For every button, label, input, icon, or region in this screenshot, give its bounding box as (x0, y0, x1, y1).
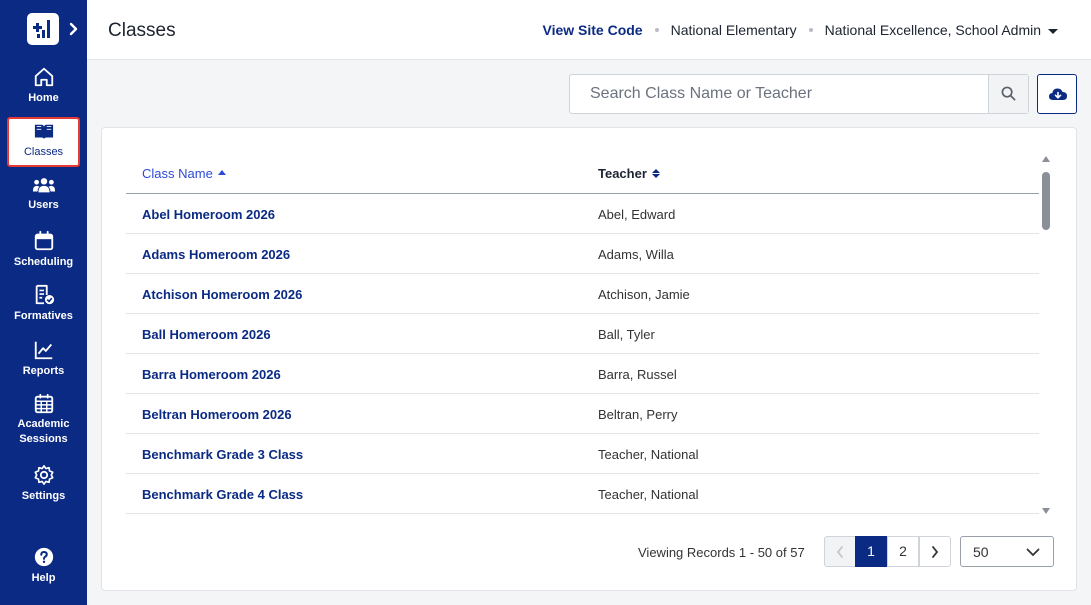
table-row[interactable]: Ball Homeroom 2026 Ball, Tyler (126, 314, 1039, 354)
column-header-class-name[interactable]: Class Name (142, 166, 226, 181)
chevron-right-icon (69, 22, 78, 36)
class-name-link[interactable]: Ball Homeroom 2026 (142, 327, 271, 342)
home-icon (34, 67, 53, 87)
table-row[interactable]: Beltran Homeroom 2026 Beltran, Perry (126, 394, 1039, 434)
records-count: Viewing Records 1 - 50 of 57 (638, 545, 805, 560)
scroll-down-arrow-icon[interactable] (1042, 508, 1050, 514)
class-name-link[interactable]: Benchmark Grade 3 Class (142, 447, 303, 462)
classes-table: Class Name Teacher Abel Homeroom 2026 Abe… (126, 152, 1039, 514)
table-row[interactable]: Atchison Homeroom 2026 Atchison, Jamie (126, 274, 1039, 314)
search-box (569, 74, 1029, 114)
table-row[interactable]: Abel Homeroom 2026 Abel, Edward (126, 194, 1039, 234)
scroll-up-arrow-icon[interactable] (1042, 156, 1050, 162)
view-site-code-link[interactable]: View Site Code (542, 22, 642, 38)
book-icon (34, 124, 53, 140)
top-header: Classes View Site Code National Elementa… (87, 0, 1091, 60)
separator-dot (808, 28, 813, 32)
teacher-name: Barra, Russel (598, 367, 677, 382)
calendar-icon (34, 230, 53, 251)
class-name-link[interactable]: Adams Homeroom 2026 (142, 247, 290, 262)
sidebar-item-label: Home (28, 92, 59, 104)
sidebar-item-label: Classes (23, 146, 64, 158)
sidebar-item-label: Formatives (14, 310, 73, 322)
sidebar-item-help[interactable]: Help (7, 546, 80, 596)
chart-line-icon (34, 341, 52, 360)
teacher-name: Teacher, National (598, 447, 699, 462)
teacher-name: Adams, Willa (598, 247, 674, 262)
page-button-2[interactable]: 2 (887, 536, 919, 567)
teacher-name: Abel, Edward (598, 207, 676, 222)
sidebar-item-label: Academic Sessions (17, 418, 70, 445)
sidebar-item-academic-sessions[interactable]: Academic Sessions (7, 393, 80, 453)
sidebar-item-reports[interactable]: Reports (7, 339, 80, 389)
sidebar-item-users[interactable]: Users (7, 175, 80, 225)
scroll-thumb[interactable] (1042, 172, 1050, 230)
teacher-name: Beltran, Perry (598, 407, 678, 422)
page-button-1[interactable]: 1 (855, 536, 887, 567)
next-page-button[interactable] (919, 536, 951, 567)
user-menu[interactable]: National Excellence, School Admin (825, 22, 1041, 38)
chevron-left-icon (836, 546, 843, 558)
sidebar-item-settings[interactable]: Settings (7, 464, 80, 514)
users-icon (32, 178, 55, 193)
calendar-grid-icon (34, 393, 53, 414)
sidebar-item-label: Scheduling (13, 256, 74, 268)
table-header-row: Class Name Teacher (126, 152, 1039, 194)
per-page-value: 50 (973, 544, 989, 560)
sidebar-item-home[interactable]: Home (7, 66, 80, 116)
formatives-icon (35, 284, 54, 305)
caret-down-icon[interactable] (1048, 28, 1058, 34)
sort-ascending-icon (217, 169, 226, 175)
class-name-link[interactable]: Beltran Homeroom 2026 (142, 407, 292, 422)
sidebar-item-label: Users (28, 199, 59, 211)
class-name-link[interactable]: Atchison Homeroom 2026 (142, 287, 302, 302)
sidebar-item-label: Reports (22, 365, 65, 377)
app-logo[interactable] (27, 13, 59, 45)
teacher-name: Teacher, National (598, 487, 699, 502)
cloud-download-icon (1049, 88, 1067, 100)
sort-icon (651, 169, 660, 178)
sidebar-item-label: Help (31, 572, 56, 584)
separator-dot (654, 28, 659, 32)
column-header-teacher[interactable]: Teacher (598, 166, 660, 181)
search-button[interactable] (988, 75, 1028, 113)
chevron-right-icon (932, 546, 939, 558)
header-meta: View Site Code National Elementary Natio… (542, 22, 1058, 38)
sidebar-item-scheduling[interactable]: Scheduling (7, 230, 80, 280)
table-row[interactable]: Barra Homeroom 2026 Barra, Russel (126, 354, 1039, 394)
school-name: National Elementary (670, 22, 797, 38)
teacher-name: Ball, Tyler (598, 327, 655, 342)
sidebar-item-label: Settings (21, 490, 66, 502)
sidebar-item-classes[interactable]: Classes (7, 117, 80, 167)
download-button[interactable] (1037, 74, 1077, 114)
chevron-down-icon (1026, 548, 1040, 557)
table-row[interactable]: Benchmark Grade 3 Class Teacher, National (126, 434, 1039, 474)
class-name-link[interactable]: Barra Homeroom 2026 (142, 367, 281, 382)
page-title: Classes (108, 20, 176, 41)
teacher-name: Atchison, Jamie (598, 287, 690, 302)
classes-card: Class Name Teacher Abel Homeroom 2026 Abe… (101, 127, 1077, 591)
expand-sidebar-button[interactable] (66, 19, 82, 39)
table-row[interactable]: Benchmark Grade 4 Class Teacher, National (126, 474, 1039, 514)
search-input[interactable] (570, 75, 989, 113)
sidebar: Home Classes Users Scheduling Formatives… (0, 0, 87, 605)
gear-icon (33, 465, 54, 485)
sidebar-item-formatives[interactable]: Formatives (7, 284, 80, 334)
search-icon (1001, 86, 1016, 101)
table-row[interactable]: Adams Homeroom 2026 Adams, Willa (126, 234, 1039, 274)
previous-page-button[interactable] (824, 536, 856, 567)
per-page-select[interactable]: 50 (960, 536, 1054, 567)
class-name-link[interactable]: Benchmark Grade 4 Class (142, 487, 303, 502)
help-icon (34, 547, 53, 567)
table-scrollbar[interactable] (1041, 156, 1051, 516)
class-name-link[interactable]: Abel Homeroom 2026 (142, 207, 275, 222)
logo-icon (33, 20, 50, 38)
